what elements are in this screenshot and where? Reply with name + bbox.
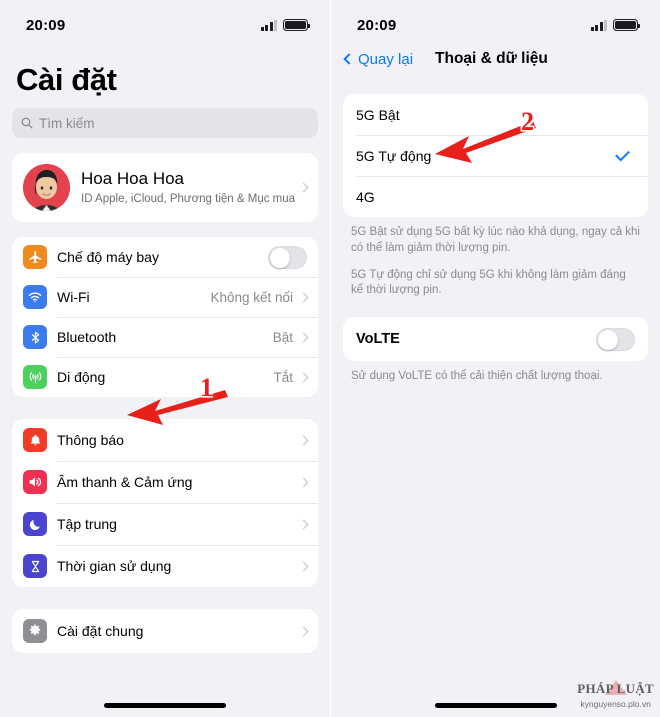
speaker-icon xyxy=(23,470,47,494)
status-bar: 20:09 xyxy=(0,0,330,40)
bell-icon xyxy=(23,428,47,452)
moon-icon xyxy=(23,512,47,536)
connectivity-group: Chế độ máy bay Wi-Fi Không kết nối Bluet… xyxy=(12,237,318,397)
option-label: 5G Bật xyxy=(356,106,400,123)
option-label: 5G Tự động xyxy=(356,147,432,164)
notifications-group: Thông báo Âm thanh & Cảm ứng Tập trung T… xyxy=(12,419,318,587)
sidebar-item-sounds-haptics[interactable]: Âm thanh & Cảm ứng xyxy=(12,461,318,503)
option-5g-on[interactable]: 5G Bật xyxy=(343,94,648,135)
search-placeholder: Tìm kiếm xyxy=(39,115,95,131)
chevron-right-icon xyxy=(298,519,309,529)
general-group: Cài đặt chung xyxy=(12,609,318,653)
volte-group: VoLTE xyxy=(343,317,648,361)
row-label: Wi-Fi xyxy=(57,289,90,305)
back-label: Quay lại xyxy=(358,50,414,68)
sidebar-item-cellular[interactable]: Di động Tắt xyxy=(12,357,318,397)
option-4g[interactable]: 4G xyxy=(343,176,648,217)
chevron-right-icon xyxy=(298,332,309,342)
row-label: Cài đặt chung xyxy=(57,623,144,639)
annotation-number-1: 1 xyxy=(200,373,213,402)
profile-name: Hoa Hoa Hoa xyxy=(81,169,185,189)
hourglass-icon xyxy=(23,554,47,578)
volte-toggle[interactable] xyxy=(596,327,635,351)
voice-data-screen: 20:09 Quay lại Thoại & dữ liệu 5G Bật 5G… xyxy=(330,0,660,717)
row-label: Thời gian sử dụng xyxy=(57,558,172,574)
checkmark-icon xyxy=(615,146,630,161)
row-label: Chế độ máy bay xyxy=(57,249,159,265)
row-label: Di động xyxy=(57,369,106,385)
wifi-icon xyxy=(23,285,47,309)
apple-id-card[interactable]: Hoa Hoa Hoa ID Apple, iCloud, Phương tiệ… xyxy=(12,153,318,222)
home-indicator xyxy=(434,703,557,708)
signal-bars-icon xyxy=(590,19,607,31)
nav-bar: Quay lại Thoại & dữ liệu xyxy=(331,40,660,78)
status-indicators xyxy=(590,19,641,31)
row-value: Không kết nối xyxy=(210,289,293,305)
row-label: Thông báo xyxy=(57,432,124,448)
avatar xyxy=(23,164,70,211)
sidebar-item-wifi[interactable]: Wi-Fi Không kết nối xyxy=(12,277,318,317)
footnote-5g-on: 5G Bật sử dụng 5G bất kỳ lúc nào khả dụn… xyxy=(351,226,640,254)
dual-screenshot: 20:09 Cài đặt Tìm kiếm Hoa Hoa Hoa ID Ap… xyxy=(0,0,660,717)
row-label: Âm thanh & Cảm ứng xyxy=(57,474,193,490)
cellular-icon xyxy=(23,365,47,389)
battery-full-icon xyxy=(283,19,311,31)
option-5g-auto[interactable]: 5G Tự động xyxy=(343,135,648,176)
row-value: Bật xyxy=(272,329,293,345)
chevron-right-icon xyxy=(298,561,309,571)
gear-icon xyxy=(23,619,47,643)
sidebar-item-notifications[interactable]: Thông báo xyxy=(12,419,318,461)
bluetooth-icon xyxy=(23,325,47,349)
sidebar-item-bluetooth[interactable]: Bluetooth Bật xyxy=(12,317,318,357)
apple-id-row[interactable]: Hoa Hoa Hoa ID Apple, iCloud, Phương tiệ… xyxy=(12,153,318,222)
footnote-5g-auto: 5G Tự động chỉ sử dụng 5G khi không làm … xyxy=(351,268,626,297)
search-icon xyxy=(21,117,33,129)
sidebar-item-airplane-mode[interactable]: Chế độ máy bay xyxy=(12,237,318,277)
battery-full-icon xyxy=(613,19,641,31)
chevron-right-icon xyxy=(298,626,309,636)
profile-subtitle: ID Apple, iCloud, Phương tiện & Mục mua xyxy=(81,192,296,205)
status-time: 20:09 xyxy=(26,16,66,34)
chevron-left-icon xyxy=(343,53,355,65)
airplane-icon xyxy=(23,245,47,269)
settings-screen: 20:09 Cài đặt Tìm kiếm Hoa Hoa Hoa ID Ap… xyxy=(0,0,330,717)
chevron-right-icon xyxy=(298,477,309,487)
nav-title: Thoại & dữ liệu xyxy=(435,50,548,67)
sidebar-item-focus[interactable]: Tập trung xyxy=(12,503,318,545)
watermark: PHÁP LUẬT kynguyenso.plo.vn xyxy=(577,680,654,709)
sidebar-item-general[interactable]: Cài đặt chung xyxy=(12,609,318,653)
volte-label: VoLTE xyxy=(356,331,400,347)
watermark-logo: PHÁP LUẬT xyxy=(577,680,654,696)
apple-id-text: Hoa Hoa Hoa ID Apple, iCloud, Phương tiệ… xyxy=(81,168,298,206)
airplane-mode-toggle[interactable] xyxy=(268,245,307,269)
signal-bars-icon xyxy=(260,19,277,31)
watermark-url: kynguyenso.plo.vn xyxy=(580,699,651,709)
back-button[interactable]: Quay lại xyxy=(343,50,414,68)
volte-row[interactable]: VoLTE xyxy=(343,317,648,361)
status-bar: 20:09 xyxy=(331,0,660,40)
network-mode-group: 5G Bật 5G Tự động 4G xyxy=(343,94,648,217)
sidebar-item-screen-time[interactable]: Thời gian sử dụng xyxy=(12,545,318,587)
chevron-right-icon xyxy=(298,182,309,193)
page-title: Cài đặt xyxy=(16,62,117,97)
footnote-volte: Sử dụng VoLTE có thể cải thiện chất lượn… xyxy=(351,370,603,382)
annotation-number-2: 2 xyxy=(521,107,534,136)
option-label: 4G xyxy=(356,188,375,205)
status-indicators xyxy=(260,19,311,31)
search-input[interactable]: Tìm kiếm xyxy=(12,108,318,138)
chevron-right-icon xyxy=(298,292,309,302)
chevron-right-icon xyxy=(298,372,309,382)
chevron-right-icon xyxy=(298,435,309,445)
home-indicator xyxy=(104,703,226,708)
row-label: Bluetooth xyxy=(57,329,117,345)
row-label: Tập trung xyxy=(57,516,117,532)
status-time: 20:09 xyxy=(357,16,397,34)
row-value: Tắt xyxy=(273,369,293,385)
